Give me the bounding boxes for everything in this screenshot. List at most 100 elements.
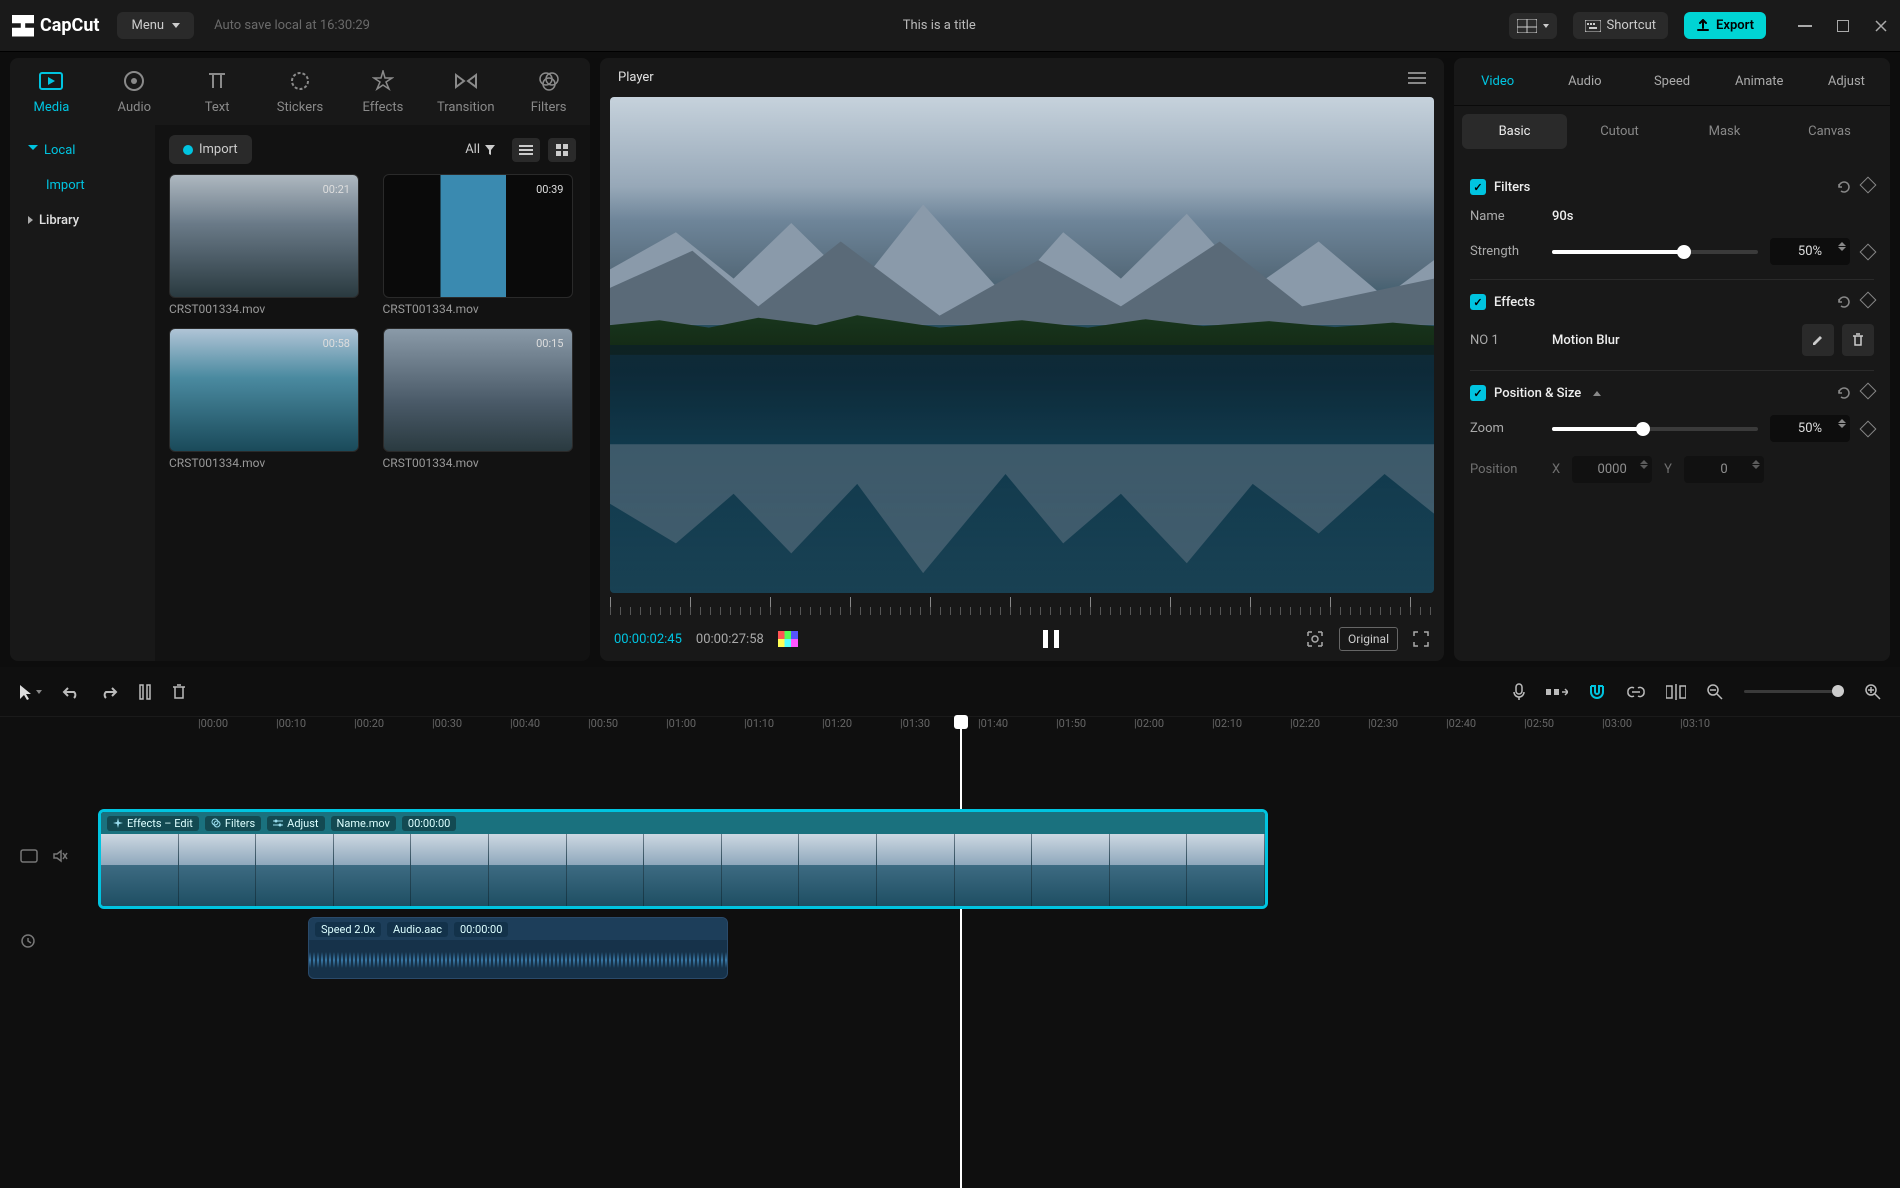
effects-checkbox[interactable] [1470, 294, 1486, 310]
position-x-input[interactable]: 0000 [1572, 456, 1652, 483]
chevron-up-icon[interactable] [1593, 391, 1601, 396]
spinner-icon[interactable] [1838, 242, 1846, 251]
time-icon[interactable] [20, 933, 36, 949]
reset-icon[interactable] [1836, 294, 1852, 310]
preview-reflection [610, 345, 1434, 593]
sliders-icon [273, 819, 283, 827]
redo-button[interactable] [100, 685, 118, 699]
clip-tag-effects[interactable]: Effects – Edit [107, 816, 199, 831]
tab-media[interactable]: Media [10, 58, 93, 125]
timeline-ruler[interactable]: |00:00|00:10|00:20|00:30|00:40|00:50|01:… [0, 717, 1900, 741]
tab-transition[interactable]: Transition [424, 58, 507, 125]
frame-grab-icon[interactable] [1305, 629, 1325, 649]
tab-effects[interactable]: Effects [341, 58, 424, 125]
position-y-input[interactable]: 0 [1684, 456, 1764, 483]
ripple-button[interactable] [1546, 686, 1568, 698]
magnet-button[interactable] [1588, 684, 1606, 700]
close-button[interactable] [1874, 19, 1888, 33]
video-clip-header: Effects – Edit Filters Adjust Name.mov 0… [101, 812, 1265, 834]
project-title[interactable]: This is a title [903, 18, 976, 33]
tab-text[interactable]: Text [176, 58, 259, 125]
tab-audio[interactable]: Audio [93, 58, 176, 125]
filters-checkbox[interactable] [1470, 179, 1486, 195]
tab-stickers[interactable]: Stickers [259, 58, 342, 125]
timeline-zoom-slider[interactable] [1744, 690, 1844, 693]
clip-item[interactable]: 00:21 CRST001334.mov [169, 174, 363, 316]
minimize-button[interactable] [1798, 19, 1812, 33]
video-track-icon[interactable] [20, 849, 38, 863]
keyframe-button[interactable] [1860, 177, 1877, 194]
split-button[interactable] [138, 683, 152, 701]
delete-effect-button[interactable] [1842, 324, 1874, 356]
trash-icon [1852, 333, 1864, 347]
menu-button[interactable]: Menu [117, 12, 194, 39]
edit-effect-button[interactable] [1802, 324, 1834, 356]
sidebar-item-import[interactable]: Import [10, 168, 155, 203]
strength-value-input[interactable]: 50% [1770, 238, 1850, 265]
spinner-icon[interactable] [1838, 419, 1846, 428]
sidebar-item-local[interactable]: Local [10, 133, 155, 168]
ruler-tick: |02:00 [1134, 717, 1164, 730]
delete-button[interactable] [172, 684, 186, 700]
view-grid-button[interactable] [548, 138, 576, 162]
left-column: Media Audio Text Stickers Effects Transi… [10, 58, 590, 661]
align-button[interactable] [1666, 684, 1686, 700]
link-button[interactable] [1626, 686, 1646, 698]
tab-filters[interactable]: Filters [507, 58, 590, 125]
insp-tab-audio[interactable]: Audio [1541, 58, 1628, 105]
scopes-button[interactable] [778, 631, 798, 647]
selection-tool[interactable] [18, 683, 42, 701]
keyframe-button[interactable] [1860, 420, 1877, 437]
spinner-icon[interactable] [1752, 460, 1760, 469]
import-button[interactable]: Import [169, 135, 252, 164]
undo-button[interactable] [62, 685, 80, 699]
maximize-button[interactable] [1836, 19, 1850, 33]
zoom-in-button[interactable] [1864, 683, 1882, 701]
filter-all-button[interactable]: All [457, 138, 504, 161]
subtab-canvas[interactable]: Canvas [1777, 114, 1882, 149]
strength-slider[interactable] [1552, 250, 1758, 254]
mic-button[interactable] [1512, 683, 1526, 701]
audio-clip[interactable]: Speed 2.0x Audio.aac 00:00:00 [308, 917, 728, 979]
video-clip[interactable]: Effects – Edit Filters Adjust Name.mov 0… [98, 809, 1268, 909]
export-button[interactable]: Export [1684, 12, 1766, 39]
clip-item[interactable]: 00:39 CRST001334.mov [383, 174, 577, 316]
play-pause-button[interactable] [1043, 630, 1059, 648]
zoom-value-input[interactable]: 50% [1770, 415, 1850, 442]
reset-icon[interactable] [1836, 179, 1852, 195]
pos-actions [1836, 385, 1874, 401]
fullscreen-icon[interactable] [1412, 630, 1430, 648]
clip-item[interactable]: 00:15 CRST001334.mov [383, 328, 577, 470]
mute-icon[interactable] [52, 848, 68, 864]
layout-button[interactable] [1509, 13, 1557, 39]
video-preview[interactable] [610, 97, 1434, 593]
keyframe-button[interactable] [1860, 383, 1877, 400]
shortcut-button[interactable]: Shortcut [1573, 12, 1669, 39]
spinner-icon[interactable] [1640, 460, 1648, 469]
clip-item[interactable]: 00:58 CRST001334.mov [169, 328, 363, 470]
insp-tab-video[interactable]: Video [1454, 58, 1541, 105]
zoom-out-button[interactable] [1706, 683, 1724, 701]
subtab-cutout[interactable]: Cutout [1567, 114, 1672, 149]
view-list-button[interactable] [512, 138, 540, 162]
insp-tab-animate[interactable]: Animate [1716, 58, 1803, 105]
reset-icon[interactable] [1836, 385, 1852, 401]
clip-tag-adjust[interactable]: Adjust [267, 816, 324, 831]
sidebar-item-library[interactable]: Library [10, 203, 155, 238]
tracks-area[interactable]: Effects – Edit Filters Adjust Name.mov 0… [98, 741, 1900, 979]
tab-label: Filters [531, 100, 567, 115]
chevron-down-icon [36, 690, 42, 694]
clip-tag-label: Effects – Edit [127, 817, 193, 830]
player-menu-button[interactable] [1408, 72, 1426, 84]
zoom-slider[interactable] [1552, 427, 1758, 431]
subtab-mask[interactable]: Mask [1672, 114, 1777, 149]
clip-tag-filters[interactable]: Filters [205, 816, 261, 831]
original-button[interactable]: Original [1339, 627, 1398, 651]
player-ruler[interactable] [610, 597, 1434, 617]
subtab-basic[interactable]: Basic [1462, 114, 1567, 149]
insp-tab-adjust[interactable]: Adjust [1803, 58, 1890, 105]
keyframe-button[interactable] [1860, 243, 1877, 260]
keyframe-button[interactable] [1860, 292, 1877, 309]
insp-tab-speed[interactable]: Speed [1628, 58, 1715, 105]
pos-checkbox[interactable] [1470, 385, 1486, 401]
